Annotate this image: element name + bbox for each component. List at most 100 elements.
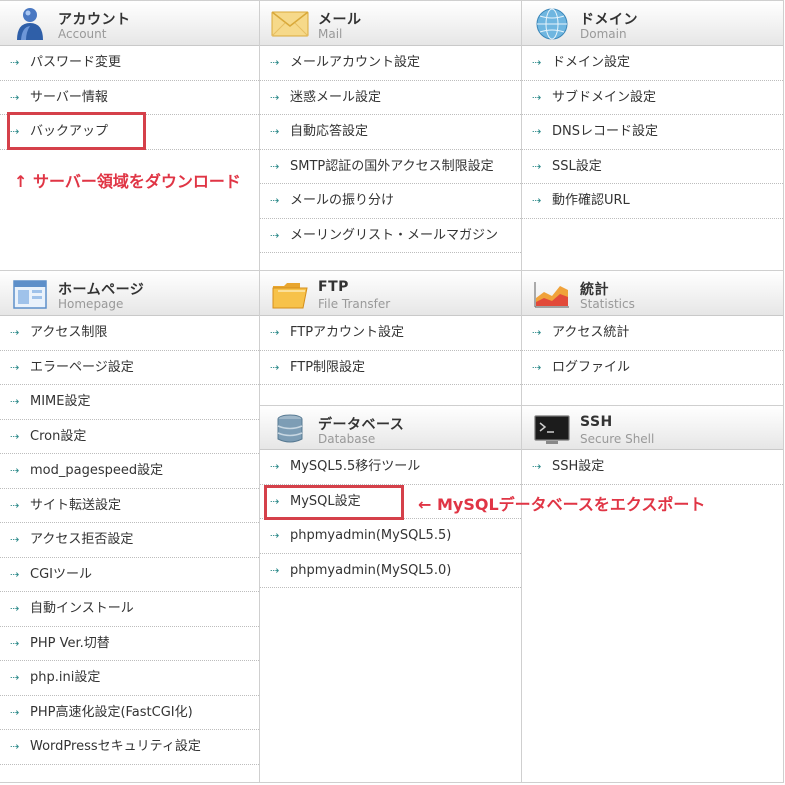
section-header-ftp: FTP File Transfer	[260, 271, 521, 316]
globe-icon	[536, 8, 568, 40]
menu-item-access-restriction[interactable]: ⇢ アクセス制限	[0, 316, 259, 351]
menu-item-dns-record[interactable]: ⇢ DNSレコード設定	[522, 115, 783, 150]
section-header-statistics: 統計 Statistics	[522, 271, 783, 316]
menu-item-mod-pagespeed[interactable]: ⇢ mod_pagespeed設定	[0, 454, 259, 489]
browser-window-icon	[13, 280, 47, 309]
arrow-icon: ⇢	[270, 159, 280, 173]
arrow-icon: ⇢	[10, 395, 20, 408]
section-subtitle: Account	[58, 27, 107, 41]
section-header-domain: ドメイン Domain	[522, 1, 783, 46]
arrow-icon: ⇢	[270, 360, 280, 374]
menu-item-access-stats[interactable]: ⇢ アクセス統計	[522, 316, 783, 351]
menu-item-ssh-settings[interactable]: ⇢ SSH設定	[522, 450, 783, 485]
menu-item-php-fastcgi[interactable]: ⇢ PHP高速化設定(FastCGI化)	[0, 696, 259, 730]
section-subtitle: File Transfer	[318, 297, 391, 311]
arrow-icon: ⇢	[270, 194, 280, 207]
arrow-icon: ⇢	[270, 56, 280, 69]
section-domain: ドメイン Domain ⇢ ドメイン設定 ⇢ サブドメイン設定 ⇢ DNSレコード設定…	[522, 1, 783, 219]
account-user-icon	[17, 8, 43, 40]
arrow-icon: ⇢	[532, 194, 542, 207]
menu-item-mysql-migration[interactable]: ⇢ MySQL5.5移行ツール	[260, 450, 521, 485]
menu-item-phpmyadmin-50[interactable]: ⇢ phpmyadmin(MySQL5.0)	[260, 554, 521, 588]
section-subtitle: Database	[318, 432, 376, 446]
arrow-icon: ⇢	[10, 636, 20, 650]
arrow-icon: ⇢	[532, 159, 542, 173]
arrow-icon: ⇢	[532, 326, 542, 339]
menu-item-mime[interactable]: ⇢ MIME設定	[0, 385, 259, 420]
arrow-icon: ⇢	[270, 529, 280, 542]
section-title: ドメイン	[580, 12, 638, 28]
terminal-icon	[534, 415, 570, 444]
section-subtitle: Domain	[580, 27, 627, 41]
menu-item-subdomain[interactable]: ⇢ サブドメイン設定	[522, 81, 783, 115]
menu-item-wordpress-security[interactable]: ⇢ WordPressセキュリティ設定	[0, 730, 259, 765]
menu-item-phpmyadmin-55[interactable]: ⇢ phpmyadmin(MySQL5.5)	[260, 519, 521, 554]
section-statistics: 統計 Statistics ⇢ アクセス統計 ⇢ ログファイル	[522, 271, 783, 385]
database-icon	[277, 414, 303, 443]
menu-item-server-info[interactable]: ⇢ サーバー情報	[0, 81, 259, 115]
envelope-icon	[271, 11, 309, 37]
arrow-icon: ⇢	[270, 460, 280, 473]
arrow-icon: ⇢	[10, 498, 20, 512]
arrow-icon: ⇢	[10, 533, 20, 546]
menu-item-mail-account[interactable]: ⇢ メールアカウント設定	[260, 46, 521, 81]
menu-item-cron[interactable]: ⇢ Cron設定	[0, 420, 259, 454]
section-header-homepage: ホームページ Homepage	[0, 271, 259, 316]
menu-item-smtp-restriction[interactable]: ⇢ SMTP認証の国外アクセス制限設定	[260, 150, 521, 184]
section-title: 統計	[580, 282, 609, 298]
highlight-box-backup	[7, 112, 146, 150]
section-title: データベース	[318, 417, 405, 433]
arrow-icon: ⇢	[10, 705, 20, 719]
section-header-database: データベース Database	[260, 405, 521, 450]
folder-icon	[272, 283, 308, 309]
menu-item-log-files[interactable]: ⇢ ログファイル	[522, 351, 783, 385]
highlight-box-mysql	[264, 485, 404, 520]
section-header-mail: メール Mail	[260, 1, 521, 46]
menu-item-domain-settings[interactable]: ⇢ ドメイン設定	[522, 46, 783, 81]
arrow-icon: ⇢	[532, 125, 542, 138]
menu-item-site-redirect[interactable]: ⇢ サイト転送設定	[0, 489, 259, 523]
section-title: FTP	[318, 279, 349, 295]
arrow-icon: ⇢	[10, 90, 20, 104]
arrow-icon: ⇢	[532, 360, 542, 374]
arrow-icon: ⇢	[10, 429, 20, 443]
arrow-icon: ⇢	[10, 671, 20, 684]
section-title: メール	[318, 12, 362, 28]
menu-item-cgi-tools[interactable]: ⇢ CGIツール	[0, 558, 259, 592]
section-subtitle: Mail	[318, 27, 343, 41]
menu-item-php-ini[interactable]: ⇢ php.ini設定	[0, 661, 259, 696]
section-ftp: FTP File Transfer ⇢ FTPアカウント設定 ⇢ FTP制限設定	[260, 271, 521, 385]
menu-item-php-version[interactable]: ⇢ PHP Ver.切替	[0, 627, 259, 661]
menu-item-auto-reply[interactable]: ⇢ 自動応答設定	[260, 115, 521, 150]
arrow-icon: ⇢	[10, 464, 20, 477]
menu-item-auto-install[interactable]: ⇢ 自動インストール	[0, 592, 259, 627]
menu-item-test-url[interactable]: ⇢ 動作確認URL	[522, 184, 783, 219]
menu-item-ftp-account[interactable]: ⇢ FTPアカウント設定	[260, 316, 521, 351]
arrow-icon: ⇢	[270, 125, 280, 138]
annotation-backup: ↑ サーバー領域をダウンロード	[14, 172, 241, 191]
column-divider-3	[783, 0, 784, 783]
arrow-icon: ⇢	[10, 602, 20, 615]
menu-item-spam-settings[interactable]: ⇢ 迷惑メール設定	[260, 81, 521, 115]
arrow-icon: ⇢	[270, 326, 280, 339]
menu-item-access-deny[interactable]: ⇢ アクセス拒否設定	[0, 523, 259, 558]
section-title: ホームページ	[58, 282, 145, 298]
menu-item-ftp-restriction[interactable]: ⇢ FTP制限設定	[260, 351, 521, 385]
menu-item-error-page[interactable]: ⇢ エラーページ設定	[0, 351, 259, 385]
bottom-border	[0, 782, 784, 783]
arrow-icon: ⇢	[10, 326, 20, 339]
section-subtitle: Secure Shell	[580, 432, 655, 446]
arrow-icon: ⇢	[10, 740, 20, 753]
menu-item-ssl[interactable]: ⇢ SSL設定	[522, 150, 783, 184]
section-header-account: アカウント Account	[0, 1, 259, 46]
chart-icon	[534, 282, 569, 308]
section-title: アカウント	[58, 12, 131, 28]
arrow-icon: ⇢	[532, 90, 542, 104]
arrow-icon: ⇢	[532, 56, 542, 69]
annotation-mysql: ← MySQLデータベースをエクスポート	[418, 495, 706, 514]
arrow-icon: ⇢	[532, 460, 542, 473]
arrow-icon: ⇢	[10, 567, 20, 581]
menu-item-password-change[interactable]: ⇢ パスワード変更	[0, 46, 259, 81]
menu-item-mail-filter[interactable]: ⇢ メールの振り分け	[260, 184, 521, 219]
menu-item-mailing-list[interactable]: ⇢ メーリングリスト・メールマガジン	[260, 219, 521, 253]
